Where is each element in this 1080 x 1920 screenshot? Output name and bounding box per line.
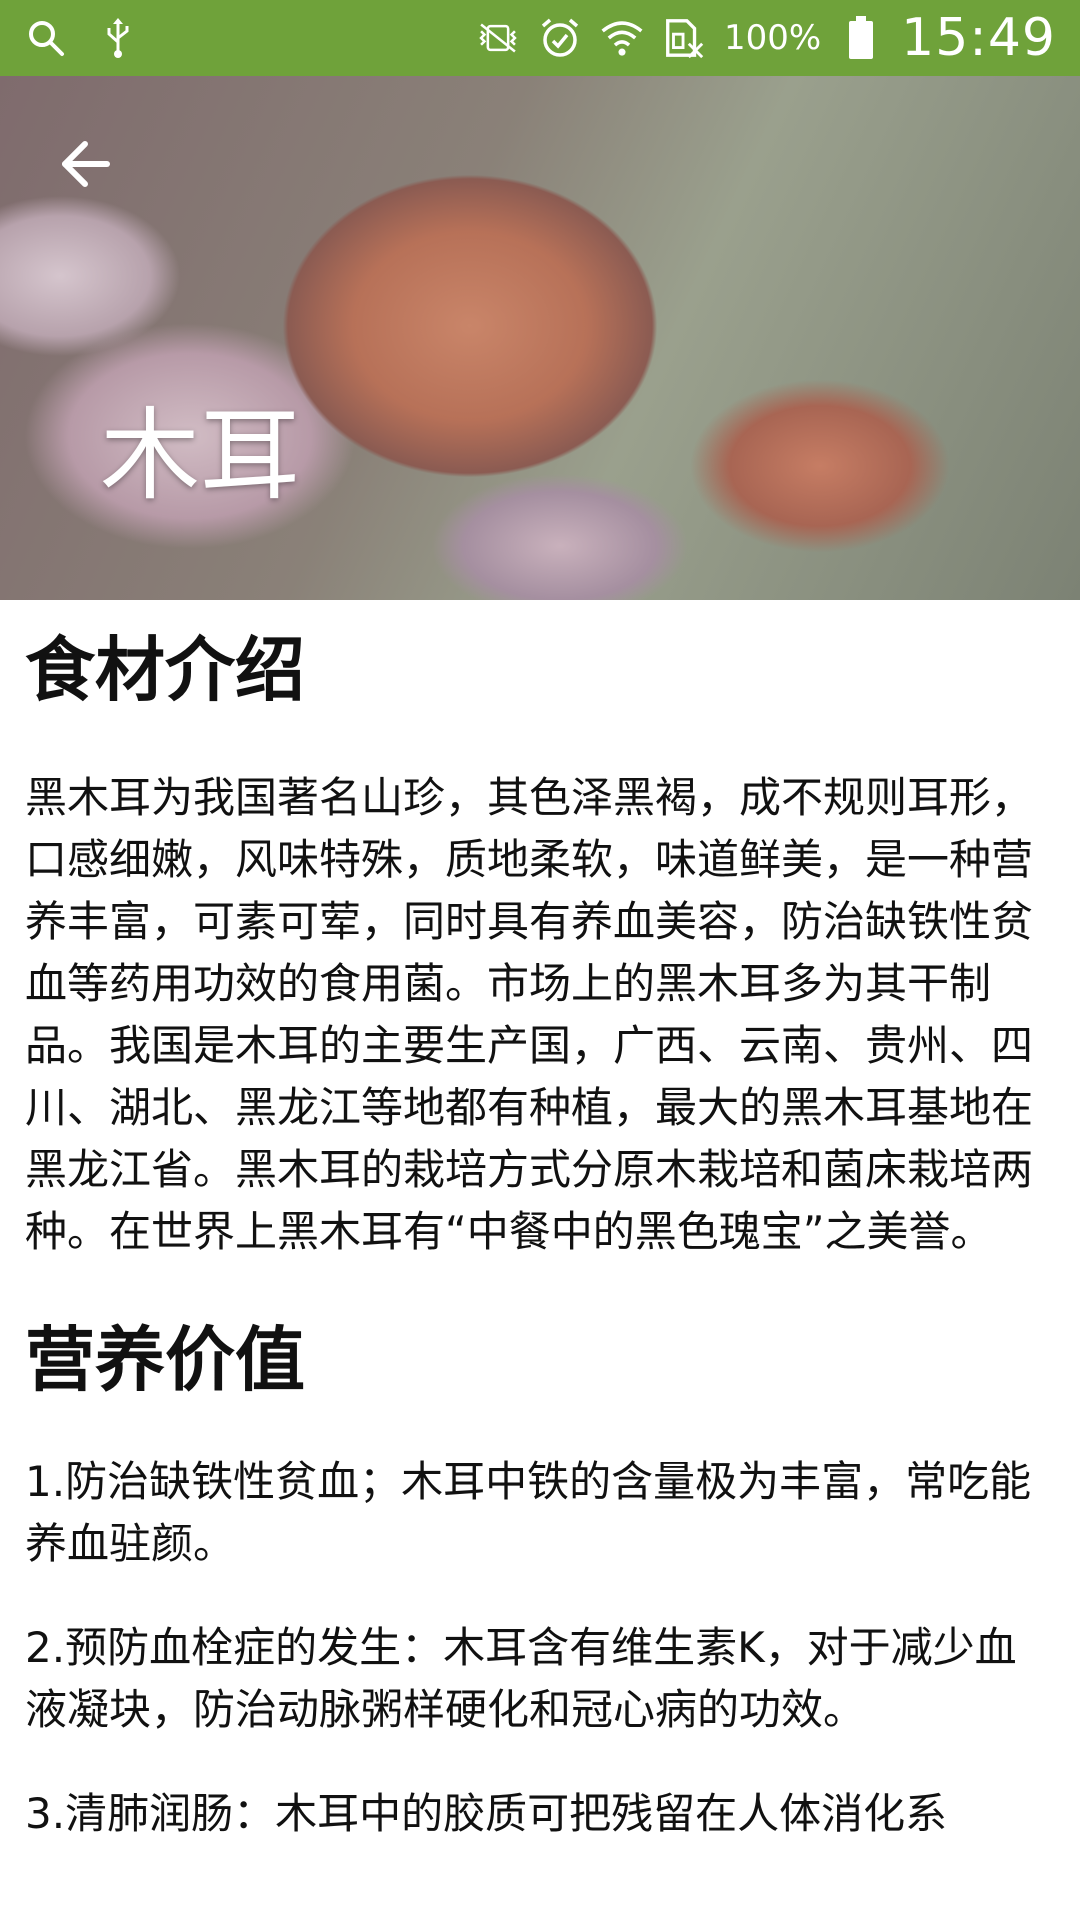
- content: 食材介绍 黑木耳为我国著名山珍，其色泽黑褐，成不规则耳形，口感细嫩，风味特殊，质…: [25, 600, 1055, 1845]
- nutrition-item: 1.防治缺铁性贫血；木耳中铁的含量极为丰富，常吃能养血驻颜。: [25, 1457, 1032, 1568]
- battery-icon: [839, 16, 883, 60]
- wifi-icon: [600, 16, 644, 60]
- back-arrow-icon: [57, 136, 113, 196]
- section-title-intro: 食材介绍: [25, 629, 305, 711]
- section-title-nutrition: 营养价值: [25, 1319, 305, 1401]
- vibrate-off-icon: [476, 16, 520, 60]
- search-icon: [24, 16, 68, 60]
- sim-off-icon: [662, 16, 706, 60]
- header-image: 木耳: [0, 76, 1080, 600]
- nutrition-item: 3.清肺润肠：木耳中的胶质可把残留在人体消化系: [25, 1789, 948, 1838]
- alarm-icon: [538, 16, 582, 60]
- usb-icon: [96, 16, 140, 60]
- intro-paragraph: 黑木耳为我国著名山珍，其色泽黑褐，成不规则耳形，口感细嫩，风味特殊，质地柔软，味…: [25, 773, 1034, 1256]
- food-title: 木耳: [100, 397, 300, 514]
- clock: 15:49: [901, 8, 1056, 68]
- battery-percent: 100%: [723, 18, 822, 58]
- nutrition-item: 2.预防血栓症的发生：木耳含有维生素K，对于减少血液凝块，防治动脉粥样硬化和冠心…: [25, 1623, 1017, 1734]
- status-bar: 100% 15:49: [0, 0, 1080, 76]
- back-button[interactable]: [50, 131, 120, 201]
